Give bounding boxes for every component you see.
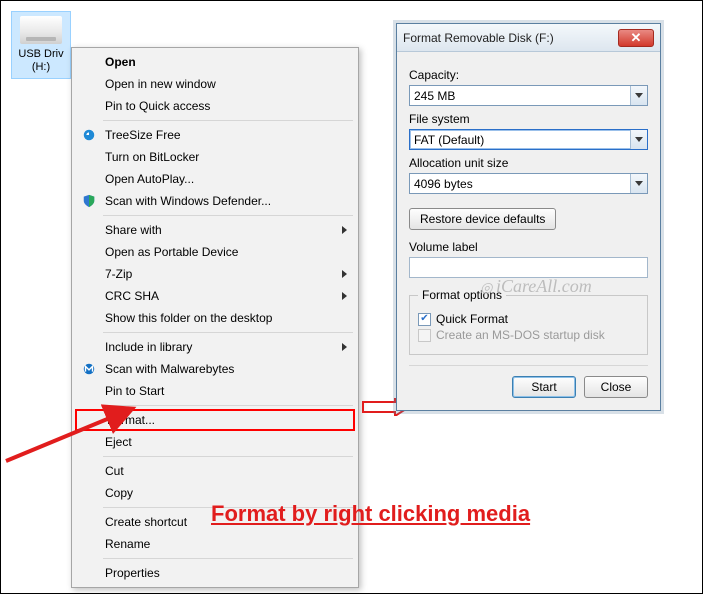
alloc-combo[interactable]: 4096 bytes	[409, 173, 648, 194]
menu-separator	[103, 405, 353, 406]
label: Turn on BitLocker	[105, 150, 199, 164]
drive-label-line1: USB Driv	[12, 48, 70, 61]
menu-separator	[103, 456, 353, 457]
label: CRC SHA	[105, 289, 159, 303]
label: 7-Zip	[105, 267, 132, 281]
chevron-down-icon	[635, 137, 643, 142]
label: Properties	[105, 566, 160, 580]
label: Rename	[105, 537, 150, 551]
chevron-right-icon	[342, 270, 347, 278]
start-button[interactable]: Start	[512, 376, 576, 398]
capacity-label: Capacity:	[409, 68, 648, 82]
msdos-label: Create an MS-DOS startup disk	[436, 328, 605, 342]
filesystem-value: FAT (Default)	[414, 133, 484, 147]
filesystem-label: File system	[409, 112, 648, 126]
menu-share-with[interactable]: Share with	[75, 219, 355, 241]
dialog-title: Format Removable Disk (F:)	[403, 31, 618, 45]
label: Scan with Windows Defender...	[105, 194, 271, 208]
treesize-icon	[81, 127, 97, 143]
drive-icon	[20, 16, 62, 44]
chevron-right-icon	[342, 226, 347, 234]
drive-label-line2: (H:)	[12, 61, 70, 74]
restore-defaults-button[interactable]: Restore device defaults	[409, 208, 556, 230]
label: Start	[531, 380, 556, 394]
chevron-down-icon	[635, 93, 643, 98]
label: Share with	[105, 223, 162, 237]
usb-drive-item[interactable]: USB Driv (H:)	[11, 11, 71, 79]
quick-format-row[interactable]: Quick Format	[418, 312, 639, 326]
capacity-combo[interactable]: 245 MB	[409, 85, 648, 106]
menu-eject[interactable]: Eject	[75, 431, 355, 453]
menu-pin-quick[interactable]: Pin to Quick access	[75, 95, 355, 117]
menu-bitlocker[interactable]: Turn on BitLocker	[75, 146, 355, 168]
capacity-value: 245 MB	[414, 89, 455, 103]
menu-separator	[103, 215, 353, 216]
menu-crc[interactable]: CRC SHA	[75, 285, 355, 307]
format-options-group: Format options Quick Format Create an MS…	[409, 288, 648, 355]
volume-label-input[interactable]	[409, 257, 648, 278]
menu-properties[interactable]: Properties	[75, 562, 355, 584]
dropdown-button[interactable]	[630, 174, 647, 193]
menu-pin-start[interactable]: Pin to Start	[75, 380, 355, 402]
close-button[interactable]: Close	[584, 376, 648, 398]
label: Eject	[105, 435, 132, 449]
quick-format-label: Quick Format	[436, 312, 508, 326]
alloc-value: 4096 bytes	[414, 177, 473, 191]
menu-defender[interactable]: Scan with Windows Defender...	[75, 190, 355, 212]
menu-treesize[interactable]: TreeSize Free	[75, 124, 355, 146]
label: Cut	[105, 464, 124, 478]
menu-malwarebytes[interactable]: Scan with Malwarebytes	[75, 358, 355, 380]
label: Open as Portable Device	[105, 245, 238, 259]
label: Include in library	[105, 340, 192, 354]
menu-separator	[103, 558, 353, 559]
dropdown-button[interactable]	[630, 86, 647, 105]
menu-portable[interactable]: Open as Portable Device	[75, 241, 355, 263]
titlebar[interactable]: Format Removable Disk (F:) ✕	[397, 24, 660, 52]
menu-separator	[103, 332, 353, 333]
window-close-button[interactable]: ✕	[618, 29, 654, 47]
format-dialog: Format Removable Disk (F:) ✕ Capacity: 2…	[396, 23, 661, 411]
label: Open in new window	[105, 77, 216, 91]
label: TreeSize Free	[105, 128, 181, 142]
menu-separator	[103, 120, 353, 121]
filesystem-combo[interactable]: FAT (Default)	[409, 129, 648, 150]
msdos-row: Create an MS-DOS startup disk	[418, 328, 639, 342]
menu-show-folder[interactable]: Show this folder on the desktop	[75, 307, 355, 329]
label: Copy	[105, 486, 133, 500]
dropdown-button[interactable]	[630, 130, 647, 149]
format-options-legend: Format options	[418, 288, 506, 302]
menu-format[interactable]: Format...	[75, 409, 355, 431]
quick-format-checkbox[interactable]	[418, 313, 431, 326]
msdos-checkbox	[418, 329, 431, 342]
label: Open AutoPlay...	[105, 172, 194, 186]
label: Pin to Quick access	[105, 99, 210, 113]
chevron-right-icon	[342, 343, 347, 351]
label: Pin to Start	[105, 384, 164, 398]
menu-open[interactable]: Open	[75, 51, 355, 73]
label: Show this folder on the desktop	[105, 311, 272, 325]
menu-cut[interactable]: Cut	[75, 460, 355, 482]
label: Create shortcut	[105, 515, 187, 529]
label: Scan with Malwarebytes	[105, 362, 234, 376]
alloc-label: Allocation unit size	[409, 156, 648, 170]
label: Close	[601, 380, 632, 394]
shield-icon	[81, 193, 97, 209]
menu-7zip[interactable]: 7-Zip	[75, 263, 355, 285]
menu-library[interactable]: Include in library	[75, 336, 355, 358]
volume-label-caption: Volume label	[409, 240, 648, 254]
close-icon: ✕	[631, 30, 642, 46]
menu-rename[interactable]: Rename	[75, 533, 355, 555]
chevron-right-icon	[342, 292, 347, 300]
annotation-caption: Format by right clicking media	[211, 501, 530, 527]
malwarebytes-icon	[81, 361, 97, 377]
menu-autoplay[interactable]: Open AutoPlay...	[75, 168, 355, 190]
label: Open	[105, 55, 136, 69]
label: Restore device defaults	[420, 212, 545, 226]
chevron-down-icon	[635, 181, 643, 186]
label: Format...	[107, 413, 155, 427]
menu-open-new-window[interactable]: Open in new window	[75, 73, 355, 95]
